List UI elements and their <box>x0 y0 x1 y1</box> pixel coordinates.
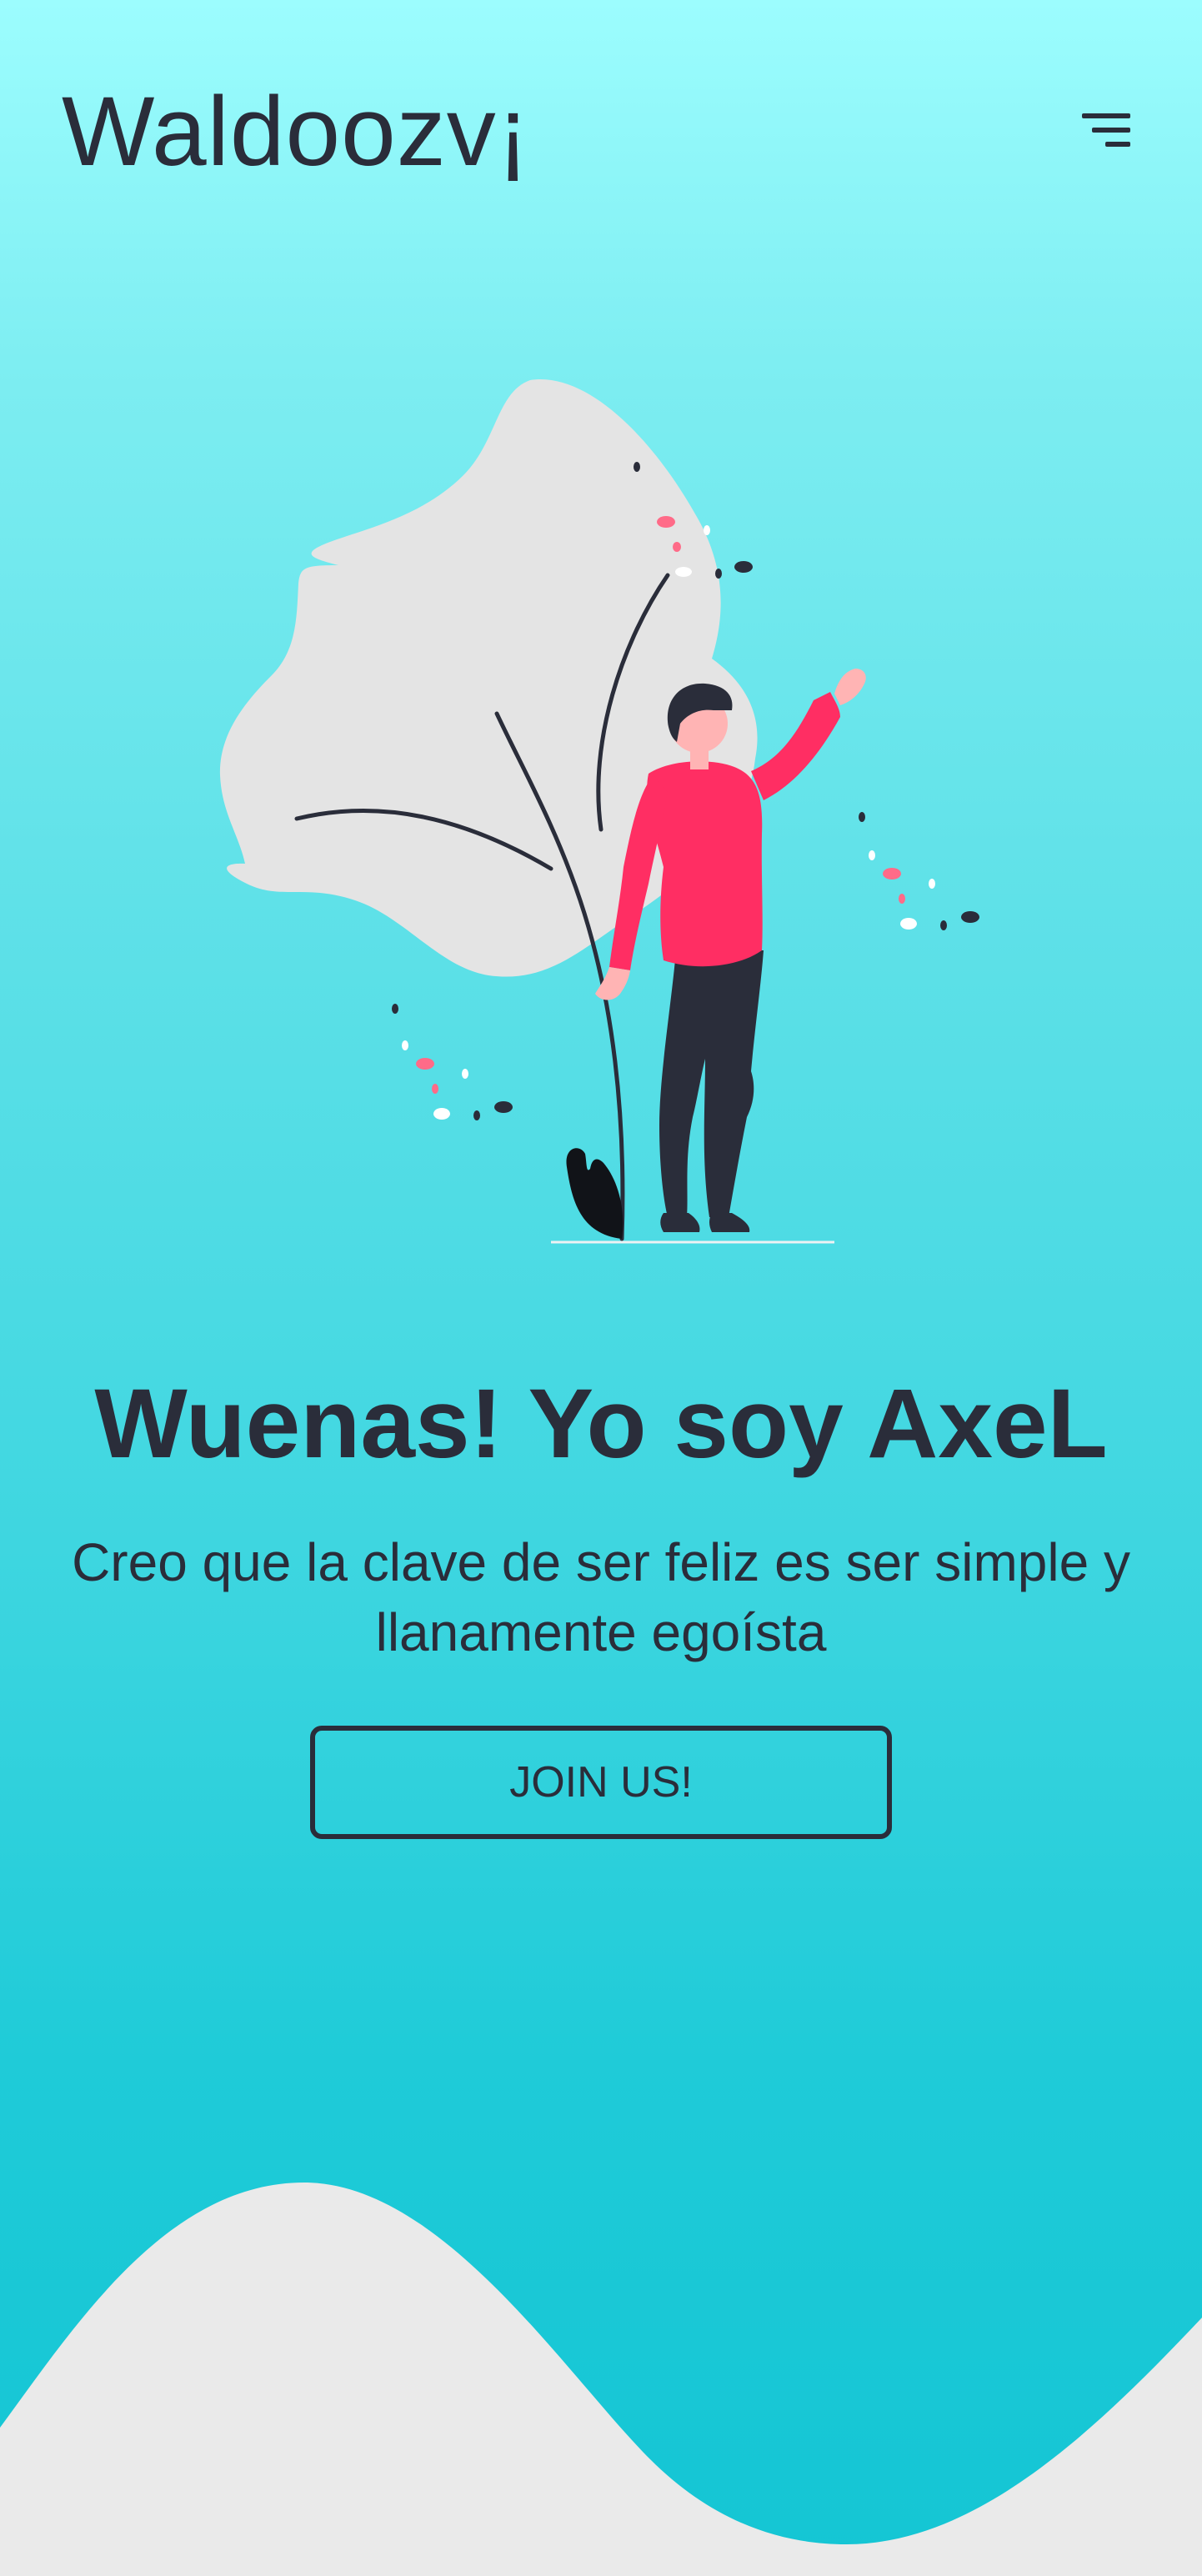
site-header: Waldoozv¡ <box>0 0 1202 192</box>
person-shoe <box>709 1213 750 1232</box>
confetti-dot <box>734 561 753 573</box>
confetti-dot <box>675 567 692 577</box>
confetti-dot <box>657 516 675 528</box>
confetti-dot <box>392 1004 398 1014</box>
confetti-dot <box>433 1108 450 1120</box>
confetti-dot <box>929 879 935 889</box>
person-hand <box>834 669 866 705</box>
person-legs <box>659 950 764 1217</box>
join-us-button[interactable]: JOIN US! <box>310 1726 892 1839</box>
confetti-dot <box>715 569 722 579</box>
menu-line <box>1092 128 1130 133</box>
hero-title: Wuenas! Yo soy AxeL <box>94 1369 1108 1479</box>
confetti-dot <box>940 920 947 930</box>
confetti-dot <box>462 1069 468 1079</box>
confetti-dot <box>432 1084 438 1094</box>
confetti-dot <box>494 1101 513 1113</box>
site-logo[interactable]: Waldoozv¡ <box>62 73 530 190</box>
confetti-dot <box>704 525 710 535</box>
confetti-dot <box>883 868 901 880</box>
confetti-dot <box>899 894 905 904</box>
person-shoe <box>660 1213 700 1232</box>
confetti-dot <box>402 1040 408 1050</box>
person-arm-raised <box>751 692 840 800</box>
confetti-dot <box>859 812 865 822</box>
confetti-dot <box>416 1058 434 1070</box>
hamburger-menu-icon[interactable] <box>1074 107 1140 157</box>
plant-leaf <box>566 1148 624 1239</box>
confetti-dot <box>900 918 917 930</box>
confetti-dot <box>673 542 681 552</box>
hero-subtitle: Creo que la clave de ser feliz es ser si… <box>72 1532 1130 1662</box>
confetti-dot <box>869 850 875 860</box>
menu-line <box>1105 142 1130 147</box>
bottom-wave <box>0 2183 1202 2576</box>
confetti-dot <box>961 911 979 923</box>
confetti-dot <box>473 1110 480 1120</box>
confetti-dot <box>634 462 640 472</box>
menu-line <box>1082 113 1130 118</box>
hero-illustration <box>219 379 979 1244</box>
